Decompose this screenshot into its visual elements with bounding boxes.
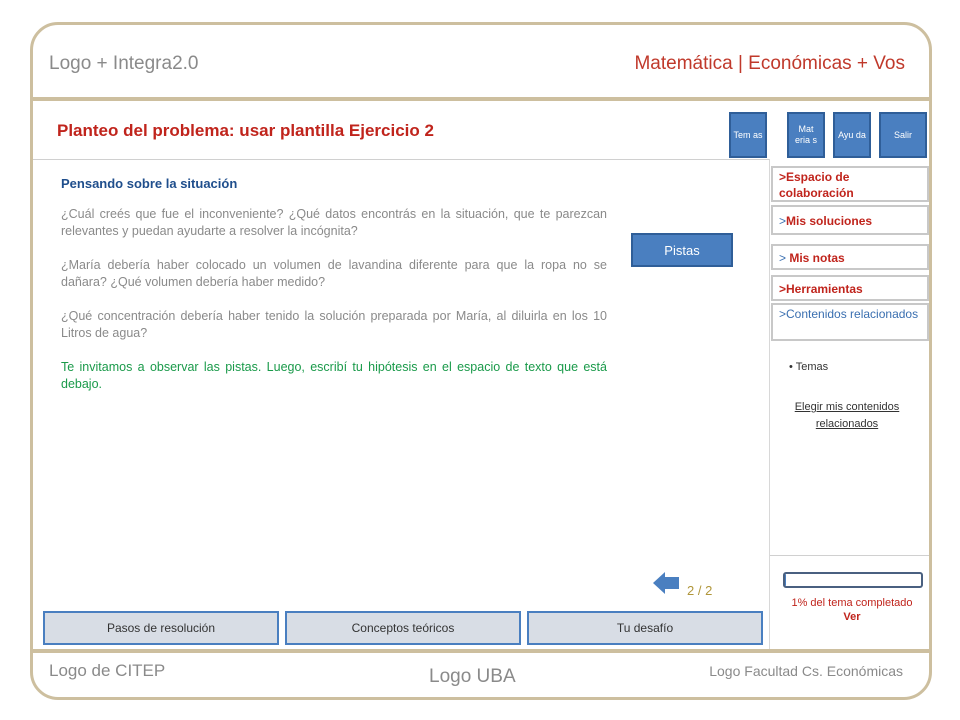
problem-title: Planteo del problema: usar plantilla Eje… — [57, 121, 434, 140]
footer-divider — [33, 649, 929, 653]
question-paragraph-1: ¿Cuál creés que fue el inconveniente? ¿Q… — [61, 207, 607, 238]
pistas-button[interactable]: Pistas — [631, 233, 733, 267]
mis-soluciones-link[interactable]: >Mis soluciones — [771, 205, 929, 235]
mis-notas-label: Mis notas — [789, 251, 845, 265]
question-paragraph-3: ¿Qué concentración debería haber tenido … — [61, 309, 607, 340]
chevron-right-icon: > — [779, 251, 790, 265]
mis-soluciones-label: Mis soluciones — [786, 214, 873, 228]
progress-bar — [783, 572, 923, 588]
progress-fill — [785, 574, 787, 586]
facultad-logo: Logo Facultad Cs. Económicas — [709, 663, 903, 679]
elegir-contenidos-link[interactable]: Elegir mis contenidos relacionados — [793, 399, 901, 433]
arrow-left-icon[interactable] — [651, 570, 681, 596]
progress-divider — [770, 555, 929, 556]
temas-button[interactable]: Tem as — [729, 112, 767, 158]
tab-pasos-resolucion[interactable]: Pasos de resolución — [43, 611, 279, 645]
page-indicator: 2 / 2 — [687, 583, 713, 598]
content-area: Pensando sobre la situación ¿Cuál creés … — [61, 175, 607, 410]
herramientas-link[interactable]: >Herramientas — [771, 275, 929, 301]
contenidos-relacionados-link[interactable]: >Contenidos relacionados — [771, 303, 929, 341]
temas-bullet: • Temas — [789, 361, 829, 373]
ayuda-button[interactable]: Ayu da — [833, 112, 871, 158]
question-paragraph-2: ¿María debería haber colocado un volumen… — [61, 258, 607, 289]
invite-text: Te invitamos a observar las pistas. Lueg… — [61, 360, 607, 391]
mis-notas-link[interactable]: > Mis notas — [771, 244, 929, 270]
page-frame: Logo + Integra2.0 Matemática | Económica… — [30, 22, 932, 700]
content-heading: Pensando sobre la situación — [61, 176, 238, 191]
side-divider — [769, 159, 770, 649]
chevron-right-icon: > — [779, 214, 787, 228]
salir-button[interactable]: Salir — [879, 112, 927, 158]
tab-tu-desafio[interactable]: Tu desafío — [527, 611, 763, 645]
espacio-colaboracion-link[interactable]: >Espacio de colaboración — [771, 166, 929, 202]
progress-text: 1% del tema completado — [791, 597, 913, 609]
ver-link[interactable]: Ver — [773, 611, 929, 623]
header-divider — [33, 97, 929, 101]
citep-logo: Logo de CITEP — [49, 661, 166, 680]
uba-logo: Logo UBA — [429, 666, 516, 687]
course-title: Matemática | Económicas + Vos — [634, 53, 905, 74]
title-underline — [33, 159, 769, 160]
tab-conceptos-teoricos[interactable]: Conceptos teóricos — [285, 611, 521, 645]
materias-button[interactable]: Mat eria s — [787, 112, 825, 158]
brand-logo: Logo + Integra2.0 — [49, 53, 199, 74]
